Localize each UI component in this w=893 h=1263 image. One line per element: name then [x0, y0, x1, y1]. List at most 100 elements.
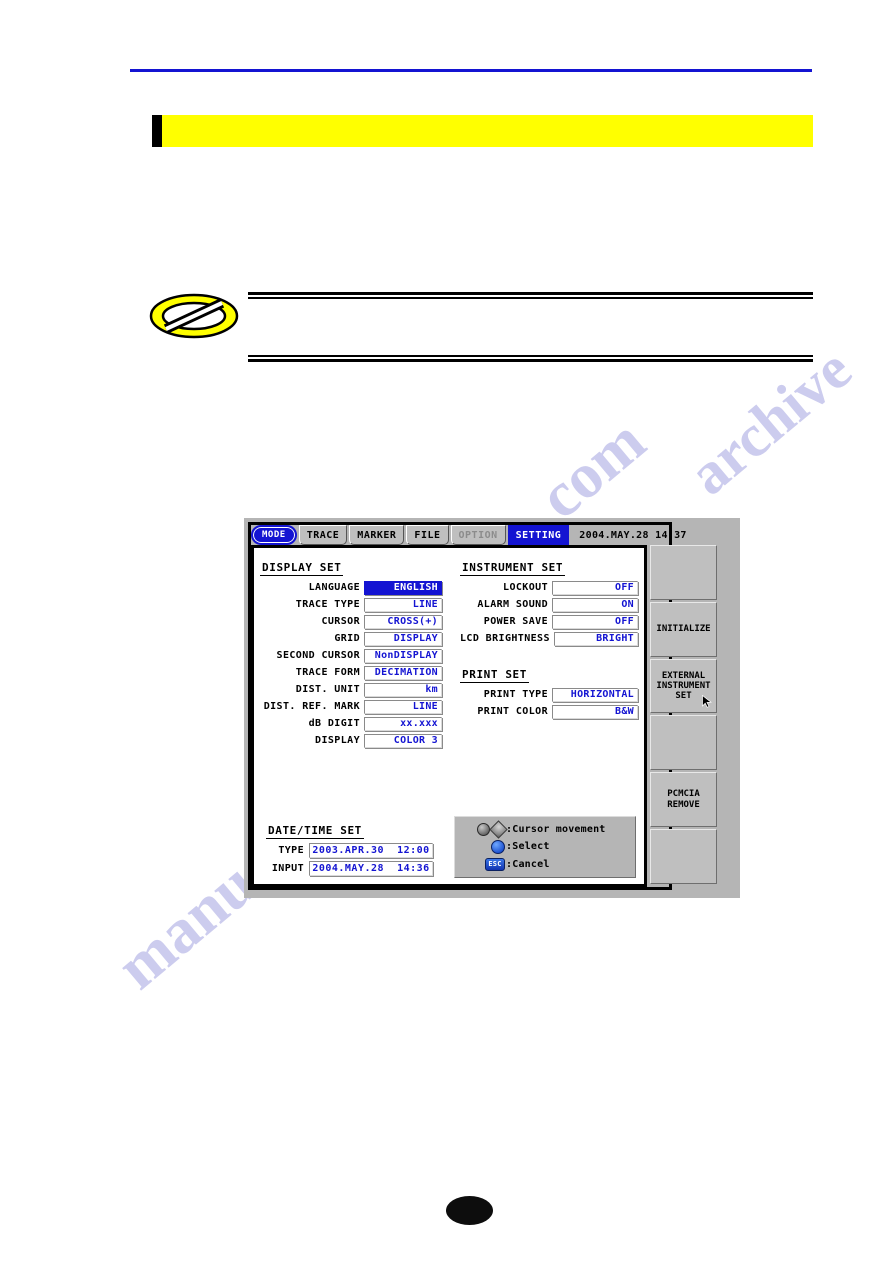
prohibition-note-block — [148, 288, 813, 364]
note-rules — [248, 288, 813, 364]
tab-trace[interactable]: TRACE — [298, 525, 348, 545]
help-legend-box: :Cursor movement :Select ESC:Cancel — [454, 816, 636, 878]
label-trace-type: TRACE TYPE — [295, 599, 360, 610]
help-text-cursor-movement: :Cursor movement — [506, 824, 606, 836]
setting-row-print-type[interactable]: PRINT TYPE HORIZONTAL — [460, 687, 638, 702]
label-lockout: LOCKOUT — [503, 582, 548, 593]
header-rule — [130, 69, 812, 72]
setting-row-trace-type[interactable]: TRACE TYPE LINE — [260, 597, 442, 612]
datetime-set-section: DATE/TIME SET TYPE 2003.APR.30 12:00 INP… — [266, 819, 456, 876]
setting-row-db-digit[interactable]: dB DIGIT xx.xxx — [260, 716, 442, 731]
value-display[interactable]: COLOR 3 — [364, 733, 442, 748]
softkey-blank-middle[interactable] — [650, 715, 717, 771]
display-set-column: DISPLAY SET LANGUAGE ENGLISH TRACE TYPE … — [260, 556, 442, 748]
tab-bar: MODE TRACE MARKER FILE OPTION SETTING 20… — [251, 525, 686, 545]
page-number-marker — [446, 1196, 493, 1225]
setting-row-dist-ref-mark[interactable]: DIST. REF. MARK LINE — [260, 699, 442, 714]
value-cursor[interactable]: CROSS(+) — [364, 614, 442, 629]
setting-row-display[interactable]: DISPLAY COLOR 3 — [260, 733, 442, 748]
value-datetime-input[interactable]: 2004.MAY.28 14:36 — [309, 861, 433, 876]
value-trace-type[interactable]: LINE — [364, 597, 442, 612]
label-language: LANGUAGE — [308, 582, 360, 593]
value-dist-unit[interactable]: km — [364, 682, 442, 697]
setting-row-dist-unit[interactable]: DIST. UNIT km — [260, 682, 442, 697]
tab-marker[interactable]: MARKER — [349, 525, 405, 545]
value-grid[interactable]: DISPLAY — [364, 631, 442, 646]
label-datetime-type: TYPE — [278, 845, 304, 856]
display-set-rows: LANGUAGE ENGLISH TRACE TYPE LINE CURSOR … — [260, 580, 442, 748]
callout-band — [162, 115, 813, 147]
setting-row-lockout[interactable]: LOCKOUT OFF — [460, 580, 638, 595]
diamond-knob-icon — [489, 820, 508, 839]
value-datetime-type[interactable]: 2003.APR.30 12:00 — [309, 843, 433, 858]
label-display: DISPLAY — [315, 735, 360, 746]
value-print-color[interactable]: B&W — [552, 704, 638, 719]
softkey-blank-bottom[interactable] — [650, 829, 717, 884]
tab-setting[interactable]: SETTING — [507, 525, 570, 545]
lcd-body: DISPLAY SET LANGUAGE ENGLISH TRACE TYPE … — [251, 545, 717, 887]
status-clock: 2004.MAY.28 14:37 — [579, 529, 687, 541]
setting-row-lcd-brightness[interactable]: LCD BRIGHTNESS BRIGHT — [460, 631, 638, 646]
softkey-external-instrument-set[interactable]: EXTERNAL INSTRUMENT SET — [650, 658, 717, 714]
esc-key-icon: ESC — [485, 857, 505, 871]
label-grid: GRID — [334, 633, 360, 644]
label-db-digit: dB DIGIT — [308, 718, 360, 729]
callout-tick-mark — [152, 115, 162, 147]
label-datetime-input: INPUT — [271, 863, 304, 874]
display-set-title: DISPLAY SET — [260, 561, 344, 576]
label-dist-unit: DIST. UNIT — [295, 684, 360, 695]
help-icons-cursor — [461, 820, 508, 839]
softkey-pcmcia-remove[interactable]: PCMCIA REMOVE — [650, 772, 717, 828]
value-language[interactable]: ENGLISH — [364, 580, 442, 595]
help-icons-cancel: ESC — [461, 857, 505, 871]
setting-row-power-save[interactable]: POWER SAVE OFF — [460, 614, 638, 629]
instrument-set-title: INSTRUMENT SET — [460, 561, 566, 576]
instrument-device: MODE TRACE MARKER FILE OPTION SETTING 20… — [244, 518, 740, 898]
setting-row-datetime-input[interactable]: INPUT 2004.MAY.28 14:36 — [266, 861, 456, 876]
help-text-select: :Select — [506, 841, 550, 853]
datetime-rows: TYPE 2003.APR.30 12:00 INPUT 2004.MAY.28… — [266, 843, 456, 876]
tab-option: OPTION — [450, 525, 506, 545]
value-lcd-brightness[interactable]: BRIGHT — [553, 631, 638, 646]
help-line-cancel: ESC :Cancel — [461, 857, 629, 872]
callout-highlight-bar — [152, 115, 813, 147]
tab-file[interactable]: FILE — [406, 525, 449, 545]
label-second-cursor: SECOND CURSOR — [276, 650, 360, 661]
value-alarm-sound[interactable]: ON — [552, 597, 638, 612]
settings-screen: DISPLAY SET LANGUAGE ENGLISH TRACE TYPE … — [251, 545, 647, 887]
value-print-type[interactable]: HORIZONTAL — [552, 687, 638, 702]
setting-row-second-cursor[interactable]: SECOND CURSOR NonDISPLAY — [260, 648, 442, 663]
instrument-bezel: MODE TRACE MARKER FILE OPTION SETTING 20… — [248, 522, 717, 890]
help-line-select: :Select — [461, 839, 629, 854]
value-lockout[interactable]: OFF — [552, 580, 638, 595]
prohibition-icon — [149, 293, 239, 339]
value-dist-ref-mark[interactable]: LINE — [364, 699, 442, 714]
setting-row-cursor[interactable]: CURSOR CROSS(+) — [260, 614, 442, 629]
value-second-cursor[interactable]: NonDISPLAY — [364, 648, 442, 663]
value-power-save[interactable]: OFF — [552, 614, 638, 629]
setting-row-datetime-type[interactable]: TYPE 2003.APR.30 12:00 — [266, 843, 456, 858]
setting-row-print-color[interactable]: PRINT COLOR B&W — [460, 704, 638, 719]
tab-mode[interactable]: MODE — [251, 525, 297, 545]
help-icons-select — [461, 839, 505, 854]
setting-row-grid[interactable]: GRID DISPLAY — [260, 631, 442, 646]
value-trace-form[interactable]: DECIMATION — [364, 665, 442, 680]
softkey-blank-top[interactable] — [650, 545, 717, 600]
label-print-type: PRINT TYPE — [483, 689, 548, 700]
setting-row-trace-form[interactable]: TRACE FORM DECIMATION — [260, 665, 442, 680]
instrument-set-rows: LOCKOUT OFF ALARM SOUND ON POWER SAVE OF… — [460, 580, 638, 646]
column-spacer — [460, 646, 638, 663]
setting-row-language[interactable]: LANGUAGE ENGLISH — [260, 580, 442, 595]
help-text-cancel: :Cancel — [506, 858, 550, 870]
instrument-set-column: INSTRUMENT SET LOCKOUT OFF ALARM SOUND O… — [460, 556, 638, 748]
datetime-set-title: DATE/TIME SET — [266, 824, 364, 839]
pointer-cursor-icon — [702, 695, 712, 709]
settings-columns: DISPLAY SET LANGUAGE ENGLISH TRACE TYPE … — [260, 556, 638, 748]
value-db-digit[interactable]: xx.xxx — [364, 716, 442, 731]
label-power-save: POWER SAVE — [483, 616, 548, 627]
enter-key-icon — [491, 839, 505, 854]
label-trace-form: TRACE FORM — [295, 667, 360, 678]
label-alarm-sound: ALARM SOUND — [477, 599, 548, 610]
softkey-initialize[interactable]: INITIALIZE — [650, 601, 717, 657]
setting-row-alarm-sound[interactable]: ALARM SOUND ON — [460, 597, 638, 612]
